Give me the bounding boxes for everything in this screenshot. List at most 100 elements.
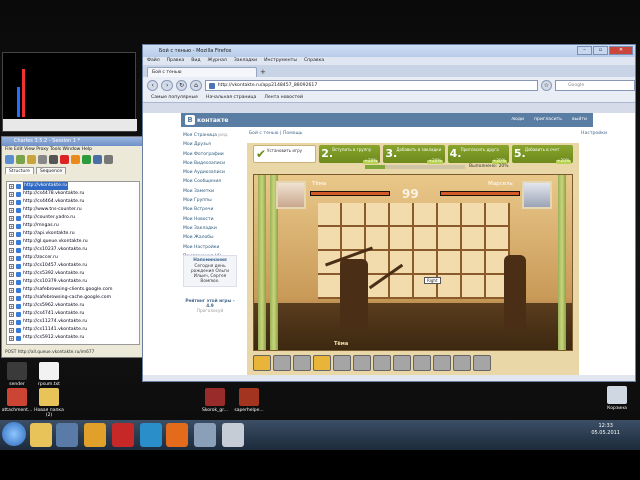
menu-view[interactable]: View bbox=[24, 147, 35, 152]
home-button[interactable]: ⌂ bbox=[190, 79, 202, 91]
tree-row[interactable]: + http://cs5392.vkontakte.ru bbox=[7, 270, 139, 278]
avatar-right[interactable] bbox=[522, 181, 552, 209]
friend-slot[interactable] bbox=[273, 355, 291, 371]
bookmark-start-page[interactable]: Начальная страница bbox=[206, 93, 256, 102]
coin-icon[interactable] bbox=[313, 355, 331, 371]
menu-window[interactable]: Window bbox=[63, 147, 81, 152]
step-add-account[interactable]: 5. Добавить в счет +20% bbox=[511, 145, 574, 164]
expand-icon[interactable]: + bbox=[9, 263, 14, 269]
step-install[interactable]: ✔ Установить игру bbox=[253, 145, 317, 163]
expand-icon[interactable]: + bbox=[9, 311, 14, 317]
clear-icon[interactable] bbox=[38, 155, 47, 164]
sidebar-item-groups[interactable]: Мои Группы bbox=[183, 196, 239, 205]
tree-row[interactable]: + http://cs10237.vkontakte.ru bbox=[7, 246, 139, 254]
minimize-button[interactable]: – bbox=[577, 46, 592, 55]
firefox-titlebar[interactable]: Бой с тенью - Mozilla Firefox bbox=[143, 45, 635, 57]
step-invite-friend[interactable]: 4. Пригласить друга +20% bbox=[447, 145, 509, 164]
friend-slot[interactable] bbox=[333, 355, 351, 371]
tree-row[interactable]: + http://safebrowsing-cache.google.com bbox=[7, 294, 139, 302]
star-icon[interactable]: ☆ bbox=[540, 79, 552, 91]
expand-icon[interactable]: + bbox=[9, 255, 14, 261]
menu-file[interactable]: Файл bbox=[147, 57, 160, 65]
bookmark-most-visited[interactable]: Самые популярные bbox=[151, 93, 198, 102]
bookmark-news-feed[interactable]: Лента новостей bbox=[264, 93, 303, 102]
tree-row[interactable]: + http://www.tns-counter.ru bbox=[7, 206, 139, 214]
tree-row[interactable]: + http://cs5962.vkontakte.ru bbox=[7, 302, 139, 310]
start-button[interactable] bbox=[2, 422, 26, 446]
friend-slot[interactable] bbox=[433, 355, 451, 371]
expand-icon[interactable]: + bbox=[9, 327, 14, 333]
record-icon[interactable] bbox=[60, 155, 69, 164]
close-button[interactable]: ✕ bbox=[609, 46, 633, 55]
expand-icon[interactable]: + bbox=[9, 319, 14, 325]
sidebar-item-news[interactable]: Мои Новости bbox=[183, 215, 239, 224]
desktop-icon-saperhelper[interactable]: saperhelpe... bbox=[232, 388, 266, 413]
desktop-icon-skorok[interactable]: Skorok_gr... bbox=[198, 388, 232, 413]
clock[interactable]: 12:33 05.05.2011 bbox=[591, 423, 620, 437]
tree-row[interactable]: + http://cs10457.vkontakte.ru bbox=[7, 262, 139, 270]
expand-icon[interactable]: + bbox=[9, 239, 14, 245]
explorer-icon[interactable] bbox=[30, 423, 52, 447]
forward-button[interactable]: › bbox=[161, 79, 173, 91]
breakpoint-icon[interactable] bbox=[82, 155, 91, 164]
desktop-icon-recycle-bin[interactable]: Корзина bbox=[600, 386, 634, 411]
new-tab-button[interactable]: + bbox=[260, 69, 269, 77]
friend-slot[interactable] bbox=[473, 355, 491, 371]
tree-row[interactable]: + http://mngas.ru bbox=[7, 222, 139, 230]
link-people[interactable]: люди bbox=[511, 117, 524, 122]
expand-icon[interactable]: + bbox=[9, 279, 14, 285]
tree-row[interactable]: + http://vkontakte.ru bbox=[7, 182, 139, 190]
step-join-group[interactable]: 2. Вступить в группу +20% bbox=[319, 145, 381, 164]
expand-icon[interactable]: + bbox=[9, 191, 14, 197]
tree-row[interactable]: + http://api.vkontakte.ru bbox=[7, 230, 139, 238]
expand-icon[interactable]: + bbox=[9, 183, 14, 189]
globe-icon[interactable] bbox=[140, 423, 162, 447]
friend-slot[interactable] bbox=[373, 355, 391, 371]
app-icon[interactable] bbox=[222, 423, 244, 447]
tree-row[interactable]: + http://cs11141.vkontakte.ru bbox=[7, 326, 139, 334]
tree-row[interactable]: + http://cs11274.vkontakte.ru bbox=[7, 318, 139, 326]
open-icon[interactable] bbox=[16, 155, 25, 164]
expand-icon[interactable]: + bbox=[9, 295, 14, 301]
expand-icon[interactable]: + bbox=[9, 231, 14, 237]
expand-icon[interactable]: + bbox=[9, 223, 14, 229]
expand-icon[interactable]: + bbox=[9, 271, 14, 277]
sidebar-item-friends[interactable]: Мои Друзья bbox=[183, 140, 239, 149]
step-add-bookmark[interactable]: 3. Добавить в закладки +20% bbox=[383, 145, 445, 164]
edit-icon[interactable] bbox=[93, 155, 102, 164]
menu-help[interactable]: Справка bbox=[304, 57, 324, 65]
tab-structure[interactable]: Structure bbox=[5, 167, 34, 174]
sidebar-item-settings[interactable]: Мои Настройки bbox=[183, 243, 239, 252]
tree-row[interactable]: + http://cs10379.vkontakte.ru bbox=[7, 278, 139, 286]
sidebar-item-events[interactable]: Мои Встречи bbox=[183, 205, 239, 214]
link-invite[interactable]: пригласить bbox=[534, 117, 562, 122]
reload-button[interactable]: ↻ bbox=[175, 79, 188, 91]
desktop-icon-attachment[interactable]: attachment... bbox=[0, 388, 34, 413]
sidebar-item-notes[interactable]: Мои Заметки bbox=[183, 187, 239, 196]
save-icon[interactable] bbox=[27, 155, 36, 164]
menu-help[interactable]: Help bbox=[82, 147, 92, 152]
friend-slot[interactable] bbox=[293, 355, 311, 371]
breadcrumb[interactable]: Бой с тенью | Помощь bbox=[249, 131, 303, 136]
tree-row[interactable]: + http://cs4464.vkontakte.ru bbox=[7, 198, 139, 206]
vote-link[interactable]: Проголосуй bbox=[197, 309, 224, 314]
settings-icon[interactable] bbox=[104, 155, 113, 164]
tree-row[interactable]: + http://cs5912.vkontakte.ru bbox=[7, 334, 139, 342]
tree-row[interactable]: + http://zoccer.ru bbox=[7, 254, 139, 262]
address-bar[interactable]: http://vkontakte.ru/app2148457_88092617 bbox=[204, 79, 538, 91]
friend-slot[interactable] bbox=[393, 355, 411, 371]
opera-icon[interactable] bbox=[112, 423, 134, 447]
desktop-icon-folder[interactable]: Новая папка (2) bbox=[32, 388, 66, 418]
tab-sequence[interactable]: Sequence bbox=[35, 167, 67, 174]
charles-icon[interactable] bbox=[194, 423, 216, 447]
expand-icon[interactable]: + bbox=[9, 303, 14, 309]
sidebar-item-complaints[interactable]: Мои Жалобы bbox=[183, 233, 239, 242]
menu-tools[interactable]: Инструменты bbox=[264, 57, 297, 65]
back-button[interactable]: ‹ bbox=[147, 79, 159, 91]
expand-icon[interactable]: + bbox=[9, 287, 14, 293]
expand-icon[interactable]: + bbox=[9, 199, 14, 205]
link-logout[interactable]: выйти bbox=[572, 117, 587, 122]
menu-edit[interactable]: Правка bbox=[167, 57, 184, 65]
friend-slot[interactable] bbox=[353, 355, 371, 371]
menu-bookmarks[interactable]: Закладки bbox=[234, 57, 257, 65]
